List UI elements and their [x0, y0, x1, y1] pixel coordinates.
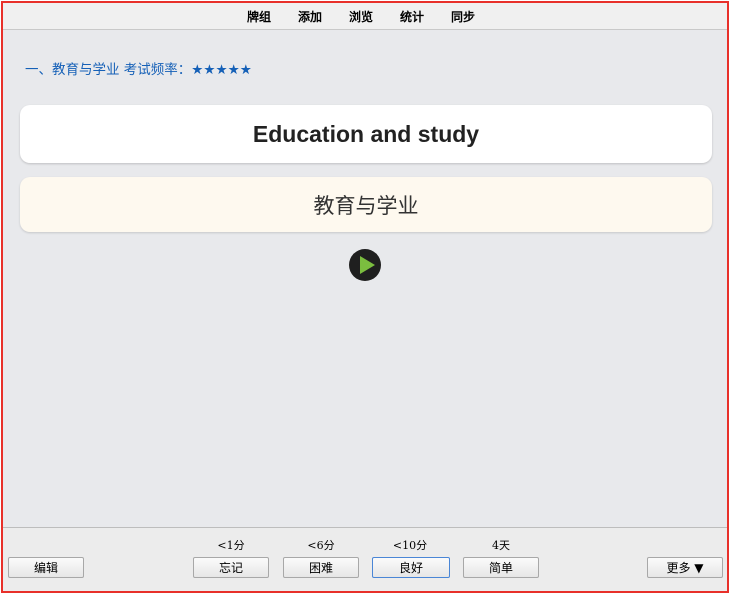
bottom-bar: 编辑 <1分 忘记 <6分 困难 <10分 良好 4天 简单 更多 ▼: [3, 527, 727, 591]
top-menu: 牌组 添加 浏览 统计 同步: [247, 8, 475, 25]
top-menu-bar: 牌组 添加 浏览 统计 同步: [3, 3, 727, 30]
frequency-label: 一、教育与学业 考试频率：★★★★★: [25, 62, 252, 78]
menu-stats[interactable]: 统计: [400, 8, 424, 25]
play-audio-button[interactable]: [349, 249, 381, 281]
card-back: 教育与学业: [20, 177, 712, 232]
card-content-area: 一、教育与学业 考试频率：★★★★★ Education and study 教…: [3, 31, 727, 528]
menu-browse[interactable]: 浏览: [349, 8, 373, 25]
card-front-text: Education and study: [252, 120, 480, 147]
menu-sync[interactable]: 同步: [451, 8, 475, 25]
interval-easy: 4天: [492, 539, 510, 552]
menu-decks[interactable]: 牌组: [247, 8, 271, 25]
easy-button[interactable]: 简单: [463, 557, 539, 578]
good-button[interactable]: 良好: [372, 557, 450, 578]
again-button[interactable]: 忘记: [193, 557, 269, 578]
app-window: 牌组 添加 浏览 统计 同步 一、教育与学业 考试频率：★★★★★ Educat…: [1, 1, 729, 593]
menu-add[interactable]: 添加: [298, 8, 322, 25]
play-icon: [360, 256, 375, 274]
card-back-text: 教育与学业: [313, 193, 419, 218]
edit-button[interactable]: 编辑: [8, 557, 84, 578]
hard-button[interactable]: 困难: [283, 557, 359, 578]
interval-again: <1分: [217, 539, 245, 552]
interval-hard: <6分: [307, 539, 335, 552]
interval-good: <10分: [392, 539, 428, 552]
more-button[interactable]: 更多 ▼: [647, 557, 723, 578]
card-front: Education and study: [20, 105, 712, 163]
